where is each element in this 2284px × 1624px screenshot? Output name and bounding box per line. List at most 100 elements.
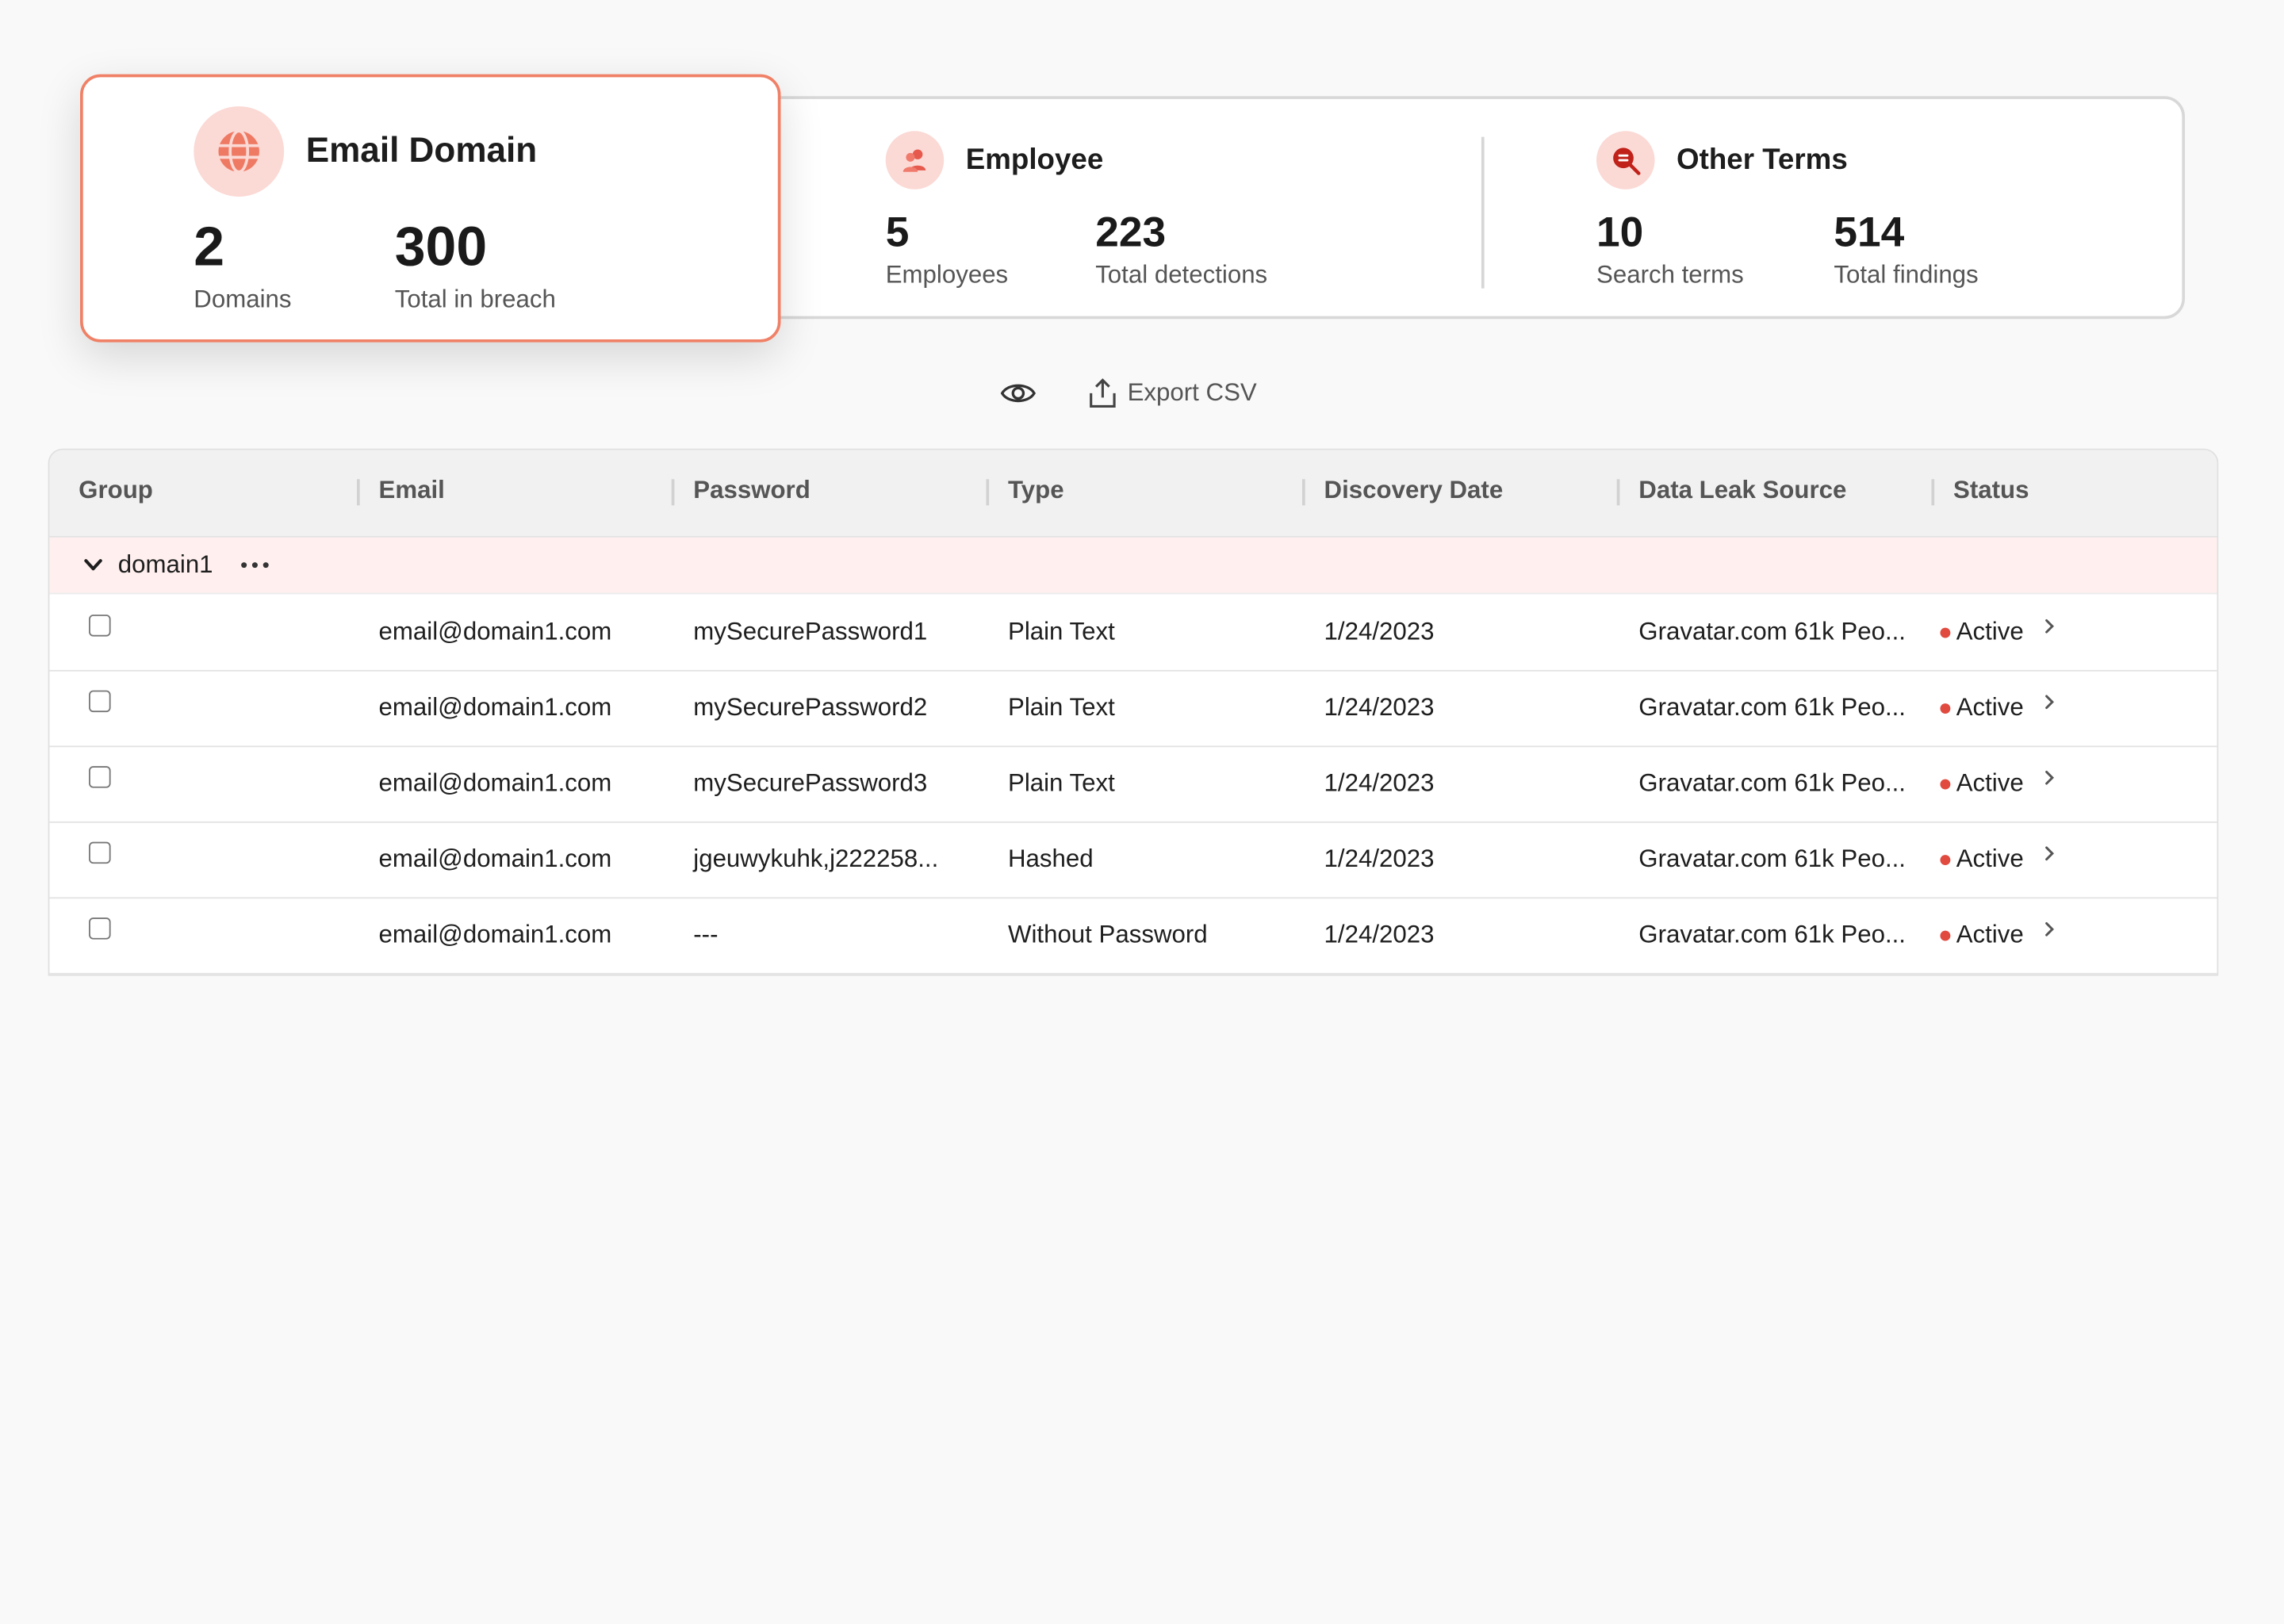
column-resizer[interactable] [1302, 479, 1305, 506]
chevron-right-icon[interactable] [2042, 615, 2056, 638]
status-dot [1940, 854, 1951, 865]
more-options-icon[interactable] [239, 557, 270, 572]
table-row[interactable]: email@domain1.com mySecurePassword1 Plai… [49, 594, 2217, 672]
search-terms-count: 10 [1596, 209, 1644, 257]
email-domain-card-header: Email Domain [194, 106, 537, 197]
password-cell: mySecurePassword3 [693, 768, 928, 797]
column-resizer[interactable] [986, 479, 990, 506]
search-terms-icon [1596, 131, 1655, 190]
page: Employee 5 Employees 223 Total detection… [0, 0, 2284, 1624]
status-dot [1940, 778, 1951, 789]
column-header-status[interactable]: Status [1953, 477, 2029, 506]
status-badge: Active [1940, 920, 2024, 950]
summary-divider [1481, 136, 1485, 289]
discovery-date-cell: 1/24/2023 [1324, 693, 1435, 722]
data-leak-source-cell: Gravatar.com 61k Peo... [1638, 617, 1906, 645]
group-row-domain1[interactable]: domain1 [49, 537, 2217, 595]
status-badge: Active [1940, 617, 2024, 647]
column-header-group[interactable]: Group [79, 477, 153, 506]
export-csv-label: Export CSV [1127, 378, 1257, 407]
discovery-date-cell: 1/24/2023 [1324, 920, 1435, 948]
table-row[interactable]: email@domain1.com jgeuwykuhk,j222258... … [49, 822, 2217, 899]
email-cell: email@domain1.com [378, 768, 612, 797]
toggle-visibility-button[interactable] [999, 379, 1037, 408]
status-badge: Active [1940, 768, 2024, 799]
chevron-down-icon[interactable] [82, 555, 105, 576]
row-checkbox[interactable] [89, 917, 111, 940]
discovery-date-cell: 1/24/2023 [1324, 768, 1435, 797]
row-checkbox[interactable] [89, 690, 111, 713]
globe-icon [194, 106, 285, 197]
total-findings-label: Total findings [1834, 260, 1979, 289]
chevron-right-icon[interactable] [2042, 917, 2056, 940]
email-cell: email@domain1.com [378, 920, 612, 948]
chevron-right-icon[interactable] [2042, 766, 2056, 789]
export-icon [1090, 378, 1116, 408]
employee-card-title: Employee [965, 143, 1104, 176]
password-cell: jgeuwykuhk,j222258... [693, 845, 939, 873]
group-name: domain1 [117, 550, 213, 579]
column-header-type[interactable]: Type [1008, 477, 1064, 506]
status-text: Active [1956, 617, 2024, 645]
table-row[interactable]: email@domain1.com --- Without Password 1… [49, 897, 2217, 975]
password-cell: mySecurePassword1 [693, 617, 928, 645]
type-cell: Plain Text [1007, 768, 1115, 797]
column-resizer[interactable] [1616, 479, 1620, 506]
other-terms-card-title: Other Terms [1677, 143, 1848, 176]
total-in-breach-count: 300 [394, 216, 488, 278]
type-cell: Plain Text [1007, 693, 1115, 722]
email-cell: email@domain1.com [378, 617, 612, 645]
people-icon [885, 131, 945, 190]
status-text: Active [1956, 845, 2024, 873]
email-domain-card-title: Email Domain [305, 131, 538, 170]
total-findings-count: 514 [1834, 209, 1905, 257]
column-header-data-leak-source[interactable]: Data Leak Source [1638, 477, 1846, 506]
email-domain-card[interactable]: Email Domain 2 Domains 300 Total in brea… [80, 74, 781, 343]
table-row[interactable]: email@domain1.com mySecurePassword2 Plai… [49, 670, 2217, 748]
password-cell: --- [693, 920, 719, 948]
column-header-email[interactable]: Email [379, 477, 445, 506]
total-detections-label: Total detections [1095, 260, 1268, 289]
employees-count: 5 [885, 209, 910, 257]
employee-card-header[interactable]: Employee [885, 131, 1104, 190]
column-resizer[interactable] [356, 479, 360, 506]
status-badge: Active [1940, 845, 2024, 874]
status-dot [1940, 703, 1951, 714]
column-resizer[interactable] [1931, 479, 1935, 506]
summary-panel: Employee 5 Employees 223 Total detection… [757, 96, 2186, 320]
status-text: Active [1956, 920, 2024, 948]
data-leak-source-cell: Gravatar.com 61k Peo... [1638, 693, 1906, 722]
total-in-breach-label: Total in breach [394, 285, 556, 313]
row-checkbox[interactable] [89, 841, 111, 864]
type-cell: Plain Text [1007, 617, 1115, 645]
data-leak-table: Group Email Password Type Discovery Date… [48, 448, 2219, 976]
column-header-password[interactable]: Password [693, 477, 811, 506]
type-cell: Hashed [1007, 845, 1094, 873]
column-header-discovery-date[interactable]: Discovery Date [1324, 477, 1504, 506]
table-toolbar: Export CSV [999, 376, 1257, 411]
email-cell: email@domain1.com [378, 693, 612, 722]
type-cell: Without Password [1007, 920, 1208, 948]
discovery-date-cell: 1/24/2023 [1324, 845, 1435, 873]
row-checkbox[interactable] [89, 615, 111, 637]
discovery-date-cell: 1/24/2023 [1324, 617, 1435, 645]
total-detections-count: 223 [1095, 209, 1167, 257]
search-terms-label: Search terms [1596, 260, 1744, 289]
status-dot [1940, 929, 1951, 940]
row-checkbox[interactable] [89, 766, 111, 788]
column-resizer[interactable] [671, 479, 675, 506]
data-leak-source-cell: Gravatar.com 61k Peo... [1638, 920, 1906, 948]
chevron-right-icon[interactable] [2042, 842, 2056, 865]
table-row[interactable]: email@domain1.com mySecurePassword3 Plai… [49, 745, 2217, 823]
chevron-right-icon[interactable] [2042, 691, 2056, 714]
status-text: Active [1956, 693, 2024, 722]
status-text: Active [1956, 768, 2024, 797]
other-terms-card-header[interactable]: Other Terms [1596, 131, 1848, 190]
data-leak-source-cell: Gravatar.com 61k Peo... [1638, 768, 1906, 797]
table-header: Group Email Password Type Discovery Date… [49, 450, 2217, 538]
status-badge: Active [1940, 693, 2024, 722]
domains-label: Domains [194, 285, 292, 313]
data-leak-source-cell: Gravatar.com 61k Peo... [1638, 845, 1906, 873]
employees-label: Employees [885, 260, 1009, 289]
export-csv-button[interactable]: Export CSV [1086, 376, 1257, 411]
